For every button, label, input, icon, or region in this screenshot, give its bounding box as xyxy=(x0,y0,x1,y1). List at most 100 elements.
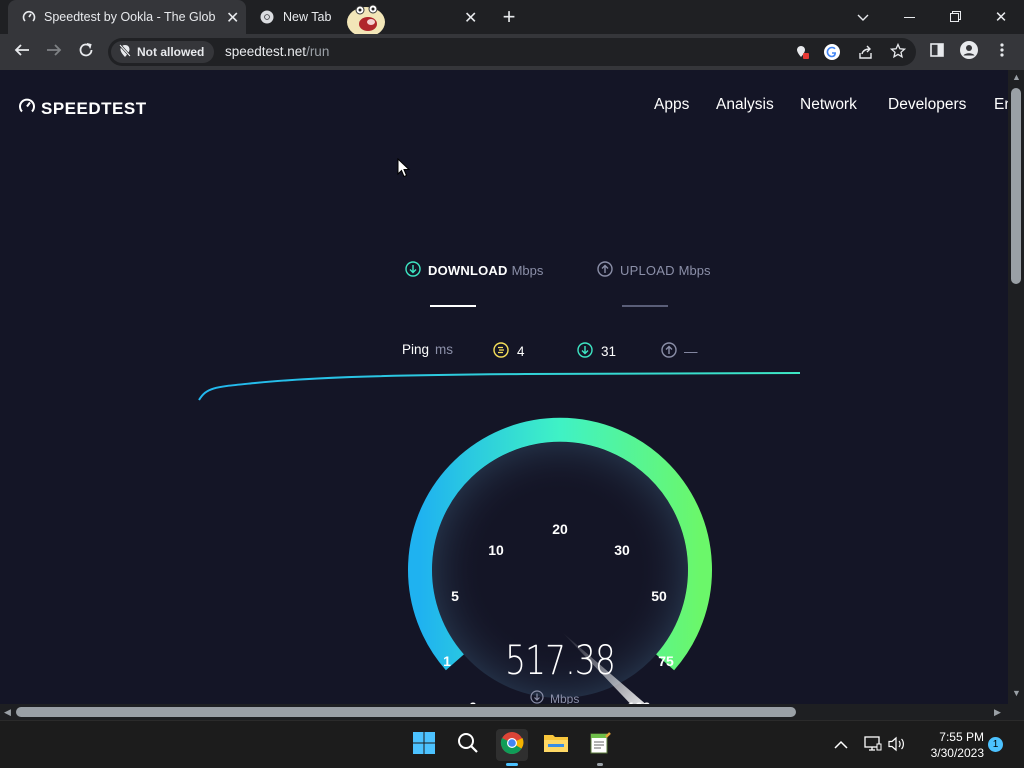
clock-date: 3/30/2023 xyxy=(930,746,984,760)
speedtest-logo-icon xyxy=(18,97,36,120)
windows-taskbar: 7:55 PM 3/30/2023 1 xyxy=(0,720,1024,768)
search-icon xyxy=(457,732,479,759)
speed-unit-text: Mbps xyxy=(550,691,580,705)
ping-label-group: Ping ms xyxy=(402,342,453,357)
vertical-scroll-thumb[interactable] xyxy=(1011,88,1021,284)
side-panel-icon xyxy=(930,42,944,62)
network-icon[interactable] xyxy=(864,736,882,757)
scroll-down-arrow-icon[interactable]: ▼ xyxy=(1012,688,1021,698)
new-tab-button[interactable]: + xyxy=(486,0,532,34)
gauge-tick-10: 10 xyxy=(488,542,504,558)
restore-icon xyxy=(949,9,961,25)
blocked-location-icon xyxy=(119,43,131,61)
browser-toolbar: Not allowed speedtest.net/run xyxy=(0,34,1024,70)
speed-value: 517.38 xyxy=(505,638,616,684)
arrow-right-icon xyxy=(46,42,62,63)
close-window-button[interactable]: ✕ xyxy=(978,0,1024,34)
address-bar[interactable]: Not allowed speedtest.net/run xyxy=(108,38,916,66)
url-text[interactable]: speedtest.net/run xyxy=(225,44,329,59)
forward-button[interactable] xyxy=(41,39,67,65)
ping-label: Ping xyxy=(402,342,430,357)
upload-arrow-icon xyxy=(597,261,613,280)
logo-text: SPEEDTEST xyxy=(41,98,147,118)
side-panel-button[interactable] xyxy=(924,39,950,65)
reload-button[interactable] xyxy=(73,39,99,65)
share-icon[interactable] xyxy=(858,44,874,65)
plus-icon: + xyxy=(502,4,516,29)
avatar xyxy=(960,40,978,64)
mouse-cursor-icon xyxy=(397,157,411,183)
volume-icon[interactable] xyxy=(888,736,906,757)
folder-icon xyxy=(543,732,569,759)
reload-icon xyxy=(78,42,94,63)
start-button[interactable] xyxy=(408,729,440,761)
tab-speedtest[interactable]: Speedtest by Ookla - The Global ✕ xyxy=(8,0,246,34)
upload-underline xyxy=(622,305,668,307)
url-path: /run xyxy=(306,44,330,59)
ping-upload-value: — xyxy=(684,344,698,359)
system-clock[interactable]: 7:55 PM 3/30/2023 xyxy=(912,729,984,761)
scroll-up-arrow-icon[interactable]: ▲ xyxy=(1012,72,1021,82)
active-app-indicator xyxy=(506,763,518,766)
minimize-icon xyxy=(903,16,915,18)
download-arrow-icon xyxy=(405,261,421,280)
download-label: DOWNLOAD xyxy=(428,263,508,278)
nav-developers[interactable]: Developers xyxy=(888,96,966,114)
ping-download-value: 31 xyxy=(601,344,617,359)
download-unit: Mbps xyxy=(511,263,544,278)
taskbar-search-button[interactable] xyxy=(452,729,484,761)
ping-unit: ms xyxy=(435,342,454,357)
restore-button[interactable] xyxy=(932,0,978,34)
close-tab-icon[interactable]: ✕ xyxy=(464,8,477,28)
upload-unit: Mbps xyxy=(678,263,711,278)
bookmark-star-icon[interactable] xyxy=(889,42,907,64)
upload-label: UPLOAD xyxy=(620,263,675,278)
scroll-right-arrow-icon[interactable]: ▶ xyxy=(994,707,1001,718)
horizontal-scroll-thumb[interactable] xyxy=(16,707,796,717)
gauge-tick-75: 75 xyxy=(658,653,674,669)
location-blocked-indicator-icon[interactable] xyxy=(795,45,809,64)
ping-idle: 4 xyxy=(493,342,525,361)
nav-apps[interactable]: Apps xyxy=(654,96,689,114)
minimize-button[interactable] xyxy=(886,0,932,34)
nav-analysis[interactable]: Analysis xyxy=(716,96,774,114)
taskbar-chrome[interactable] xyxy=(496,729,528,766)
tab-new-tab[interactable]: New Tab ✕ xyxy=(248,0,488,37)
gauge-tick-50: 50 xyxy=(651,588,667,604)
gauge-tick-30: 30 xyxy=(614,542,630,558)
upload-latency-icon xyxy=(661,342,677,361)
nav-network[interactable]: Network xyxy=(800,96,857,114)
close-tab-icon[interactable]: ✕ xyxy=(226,8,239,28)
upload-header: UPLOAD Mbps xyxy=(597,261,710,280)
gauge-tick-20: 20 xyxy=(552,521,568,537)
gauge-tick-5: 5 xyxy=(451,588,459,604)
download-latency-icon xyxy=(577,342,593,361)
clock-time: 7:55 PM xyxy=(939,730,984,744)
site-permission-chip[interactable]: Not allowed xyxy=(111,41,215,63)
notepad-icon xyxy=(588,731,612,760)
tab-strip: Speedtest by Ookla - The Global ✕ New Ta… xyxy=(0,0,1024,37)
back-button[interactable] xyxy=(9,39,35,65)
gauge-tick-1: 1 xyxy=(443,653,451,669)
arrow-left-icon xyxy=(14,42,30,63)
taskbar-notepad-app[interactable] xyxy=(584,729,616,766)
tab-search-button[interactable] xyxy=(840,0,886,34)
speedtest-logo[interactable]: SPEEDTEST xyxy=(18,97,147,120)
profile-button[interactable] xyxy=(956,39,982,65)
taskbar-file-explorer[interactable] xyxy=(540,729,572,761)
notification-badge[interactable]: 1 xyxy=(988,737,1003,752)
download-underline xyxy=(430,305,476,307)
download-header: DOWNLOAD Mbps xyxy=(405,261,543,280)
chrome-icon xyxy=(500,731,524,760)
speedtest-page: SPEEDTEST Apps Analysis Network Develope… xyxy=(0,70,1008,704)
tab-title: Speedtest by Ookla - The Global xyxy=(44,10,216,24)
speedtest-favicon xyxy=(22,10,36,24)
close-icon: ✕ xyxy=(994,9,1008,26)
scroll-left-arrow-icon[interactable]: ◀ xyxy=(4,707,11,718)
chevron-up-icon[interactable] xyxy=(834,737,848,755)
nav-enterprise[interactable]: En xyxy=(994,96,1008,114)
google-icon[interactable] xyxy=(824,44,840,65)
speed-unit-label: Mbps xyxy=(530,690,579,704)
chevron-down-icon xyxy=(857,9,869,25)
browser-menu-button[interactable] xyxy=(989,39,1015,65)
